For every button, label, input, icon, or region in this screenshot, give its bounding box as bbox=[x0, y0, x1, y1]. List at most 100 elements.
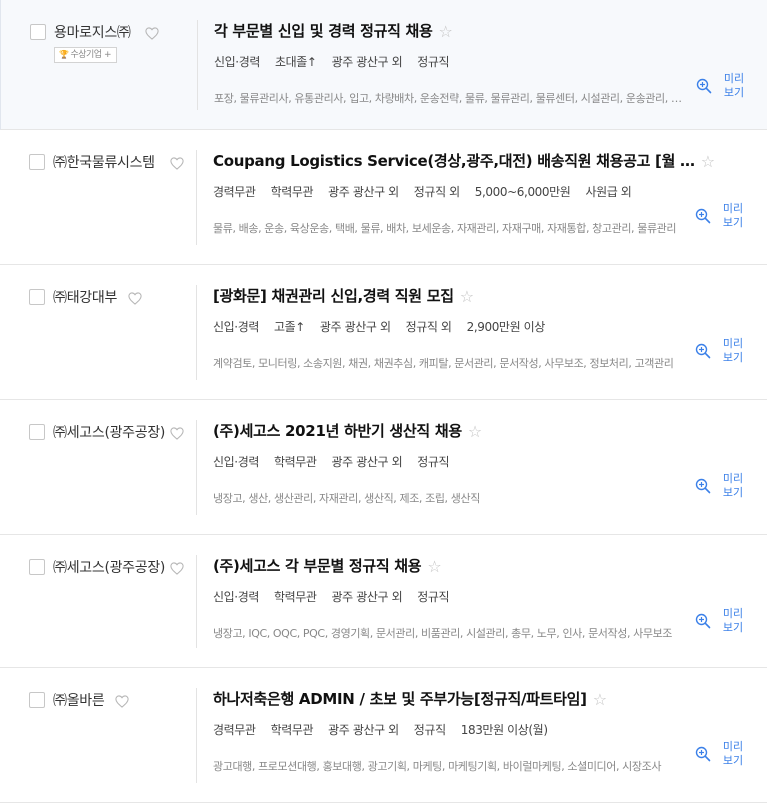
condition-item: 광주 광산구 외 bbox=[331, 55, 403, 69]
condition-item: 신입·경력 bbox=[213, 320, 259, 334]
star-icon[interactable]: ☆ bbox=[460, 287, 474, 306]
job-keywords: 냉장고, 생산, 생산관리, 자재관리, 생산직, 제조, 조립, 생산직 bbox=[213, 492, 480, 505]
preview-button[interactable]: 미리보기 bbox=[695, 607, 757, 643]
company-name[interactable]: ㈜태강대부 bbox=[53, 287, 171, 307]
heart-icon[interactable] bbox=[145, 25, 159, 40]
preview-label: 미리보기 bbox=[723, 72, 745, 99]
condition-item: 정규직 외 bbox=[405, 320, 452, 334]
divider bbox=[196, 688, 197, 783]
divider bbox=[196, 285, 197, 380]
divider bbox=[196, 555, 197, 648]
select-checkbox[interactable] bbox=[30, 24, 46, 40]
condition-item: 고졸↑ bbox=[273, 320, 305, 334]
select-checkbox[interactable] bbox=[29, 154, 45, 170]
award-badge-label: 수상기업 bbox=[70, 50, 102, 60]
plus-icon: + bbox=[101, 50, 112, 60]
preview-label: 미리보기 bbox=[722, 472, 744, 499]
heart-icon[interactable] bbox=[170, 425, 184, 440]
select-checkbox[interactable] bbox=[29, 424, 45, 440]
condition-item: 학력무관 bbox=[270, 185, 314, 199]
job-conditions: 경력무관 학력무관 광주 광산구 외 정규직 외 5,000~6,000만원 사원급 외 bbox=[213, 183, 646, 200]
condition-item: 광주 광산구 외 bbox=[331, 590, 403, 604]
job-item: ㈜세고스(광주공장) (주)세고스 각 부문별 정규직 채용 ☆ 신입·경력 학력무관 광… bbox=[0, 535, 767, 668]
preview-label: 미리보기 bbox=[722, 202, 744, 229]
select-checkbox[interactable] bbox=[29, 289, 45, 305]
condition-item: 사원급 외 bbox=[585, 185, 632, 199]
job-conditions: 신입·경력 고졸↑ 광주 광산구 외 정규직 외 2,900만원 이상 bbox=[213, 318, 560, 335]
company-name[interactable]: ㈜한국물류시스템 bbox=[53, 152, 171, 172]
heart-icon[interactable] bbox=[115, 693, 129, 708]
job-keywords: 물류, 배송, 운송, 육상운송, 택배, 물류, 배차, 보세운송, 자재관리… bbox=[213, 222, 677, 235]
job-keywords: 광고대행, 프로모션대행, 홍보대행, 광고기획, 마케팅, 마케팅기획, 바이… bbox=[213, 760, 662, 773]
job-conditions: 경력무관 학력무관 광주 광산구 외 정규직 183만원 이상(월) bbox=[213, 721, 563, 738]
select-checkbox[interactable] bbox=[29, 692, 45, 708]
job-title-text: 각 부문별 신입 및 경력 정규직 채용 bbox=[214, 22, 433, 40]
condition-item: 신입·경력 bbox=[213, 590, 259, 604]
preview-button[interactable]: 미리보기 bbox=[696, 72, 758, 108]
condition-item: 광주 광산구 외 bbox=[328, 723, 399, 737]
select-checkbox[interactable] bbox=[29, 559, 45, 575]
star-icon[interactable]: ☆ bbox=[468, 422, 482, 441]
star-icon[interactable]: ☆ bbox=[701, 152, 715, 171]
preview-label: 미리보기 bbox=[722, 607, 744, 634]
divider bbox=[196, 150, 197, 245]
preview-button[interactable]: 미리보기 bbox=[695, 202, 757, 238]
job-conditions: 신입·경력 초대졸↑ 광주 광산구 외 정규직 bbox=[214, 53, 464, 70]
star-icon[interactable]: ☆ bbox=[427, 557, 441, 576]
condition-item: 정규직 bbox=[417, 55, 450, 69]
job-title[interactable]: (주)세고스 각 부문별 정규직 채용 ☆ bbox=[213, 555, 442, 576]
company-name[interactable]: ㈜세고스(광주공장) bbox=[53, 557, 171, 577]
condition-item: 183만원 이상(월) bbox=[460, 723, 548, 737]
trophy-icon: 🏆 bbox=[59, 50, 69, 59]
company-name[interactable]: ㈜세고스(광주공장) bbox=[53, 422, 171, 442]
job-title[interactable]: 각 부문별 신입 및 경력 정규직 채용 ☆ bbox=[214, 20, 453, 41]
job-keywords: 포장, 물류관리사, 유통관리사, 입고, 차량배차, 운송전략, 물류, 물류… bbox=[214, 92, 682, 105]
preview-button[interactable]: 미리보기 bbox=[695, 740, 757, 776]
condition-item: 경력무관 bbox=[213, 723, 256, 737]
condition-item: 광주 광산구 외 bbox=[331, 455, 403, 469]
job-conditions: 신입·경력 학력무관 광주 광산구 외 정규직 bbox=[213, 588, 464, 605]
job-title-text: (주)세고스 2021년 하반기 생산직 채용 bbox=[213, 422, 462, 440]
divider bbox=[197, 20, 198, 110]
condition-item: 정규직 bbox=[417, 455, 450, 469]
preview-label: 미리보기 bbox=[722, 740, 744, 767]
preview-label: 미리보기 bbox=[722, 337, 744, 364]
job-keywords: 냉장고, IQC, OQC, PQC, 경영기획, 문서관리, 비품관리, 시설… bbox=[213, 627, 673, 640]
preview-button[interactable]: 미리보기 bbox=[695, 472, 757, 508]
condition-item: 정규직 bbox=[413, 723, 446, 737]
award-badge: 🏆 수상기업 + bbox=[54, 47, 117, 63]
condition-item: 학력무관 bbox=[273, 455, 317, 469]
preview-button[interactable]: 미리보기 bbox=[695, 337, 757, 373]
star-icon[interactable]: ☆ bbox=[593, 690, 607, 709]
condition-item: 광주 광산구 외 bbox=[319, 320, 391, 334]
job-item: ㈜한국물류시스템 Coupang Logistics Service(경상,광주,… bbox=[0, 130, 767, 265]
condition-item: 경력무관 bbox=[213, 185, 256, 199]
job-title[interactable]: (주)세고스 2021년 하반기 생산직 채용 ☆ bbox=[213, 420, 482, 441]
condition-item: 학력무관 bbox=[273, 590, 317, 604]
condition-item: 신입·경력 bbox=[213, 455, 259, 469]
job-title[interactable]: 하나저축은행 ADMIN / 초보 및 주부가능[정규직/파트타임] ☆ bbox=[213, 688, 607, 709]
job-title[interactable]: [광화문] 채권관리 신입,경력 직원 모집 ☆ bbox=[213, 285, 474, 306]
job-title-text: 하나저축은행 ADMIN / 초보 및 주부가능[정규직/파트타임] bbox=[213, 690, 587, 708]
job-title[interactable]: Coupang Logistics Service(경상,광주,대전) 배송직원… bbox=[213, 150, 715, 171]
job-list: 용마로지스㈜ 🏆 수상기업 + 각 부문별 신입 및 경력 정규직 채용 ☆ 신입·경력 초… bbox=[0, 0, 767, 803]
divider bbox=[196, 420, 197, 515]
star-icon[interactable]: ☆ bbox=[439, 22, 453, 41]
condition-item: 신입·경력 bbox=[214, 55, 260, 69]
job-title-text: Coupang Logistics Service(경상,광주,대전) 배송직원… bbox=[213, 152, 695, 170]
heart-icon[interactable] bbox=[170, 155, 184, 170]
condition-item: 광주 광산구 외 bbox=[328, 185, 399, 199]
job-item: ㈜올바른 하나저축은행 ADMIN / 초보 및 주부가능[정규직/파트타임] ☆ 경… bbox=[0, 668, 767, 803]
job-title-text: [광화문] 채권관리 신입,경력 직원 모집 bbox=[213, 287, 454, 305]
condition-item: 정규직 외 bbox=[413, 185, 460, 199]
job-item: ㈜세고스(광주공장) (주)세고스 2021년 하반기 생산직 채용 ☆ 신입·경력 학… bbox=[0, 400, 767, 535]
condition-item: 5,000~6,000만원 bbox=[474, 185, 571, 199]
condition-item: 학력무관 bbox=[270, 723, 314, 737]
job-item: ㈜태강대부 [광화문] 채권관리 신입,경력 직원 모집 ☆ 신입·경력 고졸↑ 광주 광… bbox=[0, 265, 767, 400]
condition-item: 정규직 bbox=[417, 590, 450, 604]
job-keywords: 계약검토, 모니터링, 소송지원, 채권, 채권추심, 캐피탈, 문서관리, 문… bbox=[213, 357, 674, 370]
heart-icon[interactable] bbox=[170, 560, 184, 575]
job-item: 용마로지스㈜ 🏆 수상기업 + 각 부문별 신입 및 경력 정규직 채용 ☆ 신입·경력 초… bbox=[0, 0, 767, 130]
heart-icon[interactable] bbox=[128, 290, 142, 305]
company-name[interactable]: ㈜올바른 bbox=[53, 690, 171, 710]
